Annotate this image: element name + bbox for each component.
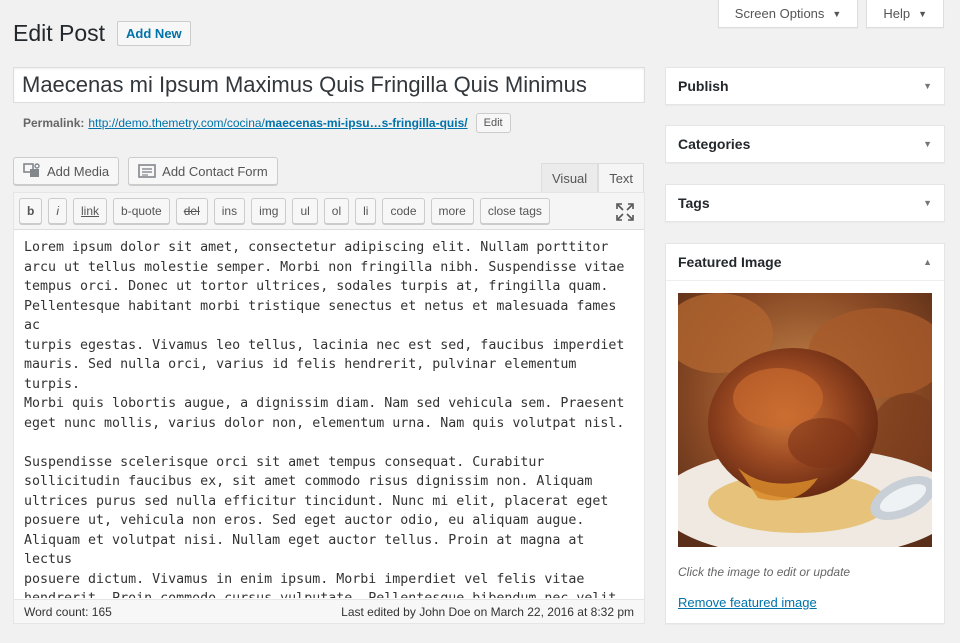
form-icon [138,164,156,178]
qt-ul-button[interactable]: ul [292,198,318,224]
page-heading: Edit Post Add New [13,20,191,47]
screen-options-button[interactable]: Screen Options ▼ [717,0,859,28]
categories-title: Categories [678,136,751,152]
caret-down-icon: ▼ [832,8,842,19]
content-paragraph: Suspendisse scelerisque orci sit amet te… [24,454,616,599]
add-media-button[interactable]: Add Media [13,157,120,185]
publish-box: Publish ▼ [665,67,945,105]
qt-del-button[interactable]: del [175,198,208,224]
permalink-prefix: http://demo.themetry.com/cocina/ [88,116,265,130]
post-title-input[interactable]: Maecenas mi Ipsum Maximus Quis Fringilla… [13,67,645,103]
categories-box: Categories ▼ [665,125,945,163]
content-textarea[interactable]: Lorem ipsum dolor sit amet, consectetur … [14,230,644,598]
qt-blockquote-button[interactable]: b-quote [113,198,170,224]
remove-featured-image-link[interactable]: Remove featured image [678,595,932,610]
featured-image-body: Click the image to edit or update Remove… [666,280,944,622]
help-label: Help [883,6,911,21]
help-button[interactable]: Help ▼ [866,0,944,28]
add-media-label: Add Media [47,163,110,179]
permalink-edit-button[interactable]: Edit [475,113,511,133]
qt-img-button[interactable]: img [251,198,287,224]
word-count: Word count: 165 [24,604,112,619]
post-editor: b i link b-quote del ins img ul ol li co… [13,192,645,624]
qt-more-button[interactable]: more [430,198,474,224]
qt-code-button[interactable]: code [382,198,425,224]
screen-options-label: Screen Options [734,6,825,21]
caret-down-icon: ▼ [923,139,932,149]
permalink-row: Permalink: http://demo.themetry.com/coci… [23,113,511,133]
media-buttons: Add Media Add Contact Form [13,157,278,185]
qt-italic-button[interactable]: i [48,198,68,224]
tags-box-header[interactable]: Tags ▼ [666,185,944,221]
caret-down-icon: ▼ [923,81,932,91]
add-contact-form-label: Add Contact Form [162,163,268,179]
qt-link-button[interactable]: link [73,198,108,224]
tab-text[interactable]: Text [598,163,645,193]
featured-image-caption: Click the image to edit or update [678,565,851,579]
tab-visual[interactable]: Visual [541,163,599,193]
caret-down-icon: ▼ [923,198,932,208]
permalink-link[interactable]: http://demo.themetry.com/cocina/maecenas… [88,116,467,130]
featured-image-box-header[interactable]: Featured Image ▲ [666,244,944,280]
featured-image-box: Featured Image ▲ Click the image to edit… [665,243,945,624]
caret-down-icon: ▼ [918,8,927,19]
editor-tabs: Visual Text [541,163,645,193]
page-title: Edit Post [13,20,106,46]
add-contact-form-button[interactable]: Add Contact Form [128,157,278,185]
featured-image-thumbnail[interactable] [678,293,932,547]
fullscreen-icon[interactable] [616,203,634,221]
permalink-slug: maecenas-mi-ipsu…s-fringilla-quis/ [264,116,468,130]
qt-ol-button[interactable]: ol [323,198,350,224]
permalink-label: Permalink: [23,116,85,130]
tags-title: Tags [678,195,710,211]
tags-box: Tags ▼ [665,184,945,222]
editor-status-bar: Word count: 165 Last edited by John Doe … [14,599,644,623]
screen-meta-links: Screen Options ▼ Help ▼ [717,0,944,28]
publish-title: Publish [678,78,729,94]
qt-close-tags-button[interactable]: close tags [479,198,550,224]
publish-box-header[interactable]: Publish ▼ [666,68,944,104]
qt-ins-button[interactable]: ins [213,198,246,224]
last-edited: Last edited by John Doe on March 22, 201… [341,604,634,619]
caret-up-icon: ▲ [923,257,932,267]
featured-image-title: Featured Image [678,254,782,270]
add-new-button[interactable]: Add New [117,21,191,46]
qt-bold-button[interactable]: b [19,198,43,224]
media-icon [23,163,40,177]
qt-li-button[interactable]: li [355,198,377,224]
categories-box-header[interactable]: Categories ▼ [666,126,944,162]
content-paragraph: Lorem ipsum dolor sit amet, consectetur … [24,240,625,431]
quicktags-toolbar: b i link b-quote del ins img ul ol li co… [14,193,644,230]
